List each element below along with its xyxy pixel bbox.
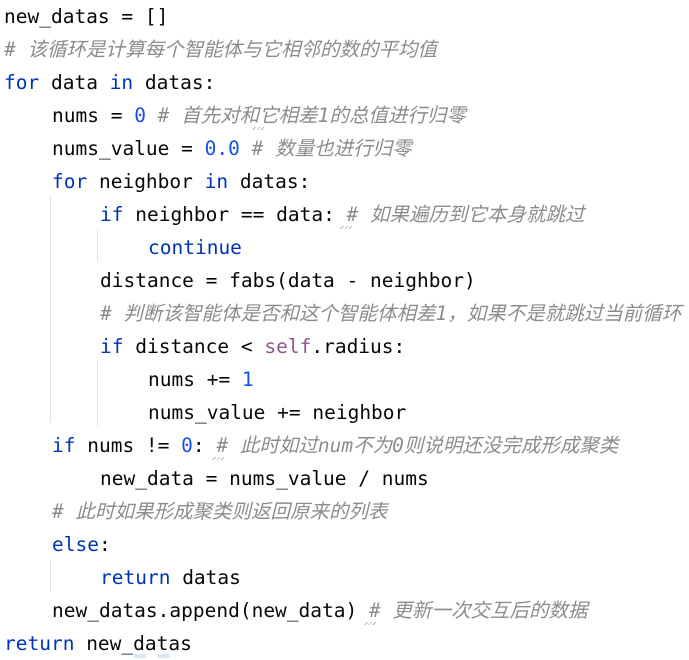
code-line-14[interactable]: if nums != 0: # 此时如过num不为0则说明还没完成形成聚类	[52, 429, 618, 462]
keyword-for: for	[52, 170, 88, 193]
warning-squiggle	[340, 226, 352, 229]
keyword-if: if	[52, 434, 76, 457]
keyword-if: if	[100, 335, 124, 358]
code-text: nums +=	[148, 368, 242, 391]
code-line-17[interactable]: else:	[52, 528, 111, 561]
keyword-return: return	[4, 632, 75, 655]
code-line-6[interactable]: for neighbor in datas:	[52, 165, 310, 198]
code-line-13[interactable]: nums_value += neighbor	[148, 396, 406, 429]
keyword-in: in	[109, 71, 134, 94]
code-editor[interactable]: new_datas = [] # 该循环是计算每个智能体与它相邻的数的平均值 f…	[0, 0, 689, 658]
code-comment: # 该循环是计算每个智能体与它相邻的数的平均值	[4, 38, 437, 61]
number-literal: 1	[241, 368, 254, 391]
code-text: nums_value =	[52, 137, 205, 160]
code-comment: # 如果遍历到它本身就跳过	[346, 203, 585, 226]
code-text: datas:	[228, 170, 311, 193]
number-literal: 0	[134, 104, 146, 127]
self-keyword: self	[264, 335, 312, 358]
code-line-19[interactable]: new_datas.append(new_data) # 更新一次交互后的数据	[52, 594, 587, 627]
code-text: :	[98, 533, 111, 556]
selection-highlight	[158, 654, 170, 658]
code-text: nums_value += neighbor	[148, 401, 407, 424]
indent-guide	[97, 229, 98, 262]
warning-squiggle	[212, 457, 224, 460]
code-text: nums !=	[75, 434, 182, 457]
code-line-10[interactable]: # 判断该智能体是否和这个智能体相差1，如果不是就跳过当前循环	[100, 297, 681, 330]
code-comment: # 更新一次交互后的数据	[368, 599, 588, 622]
keyword-return: return	[100, 566, 171, 589]
code-line-2[interactable]: # 该循环是计算每个智能体与它相邻的数的平均值	[4, 33, 437, 66]
code-comment: # 此时如果形成聚类则返回原来的列表	[52, 500, 388, 523]
code-text: :	[192, 434, 217, 457]
code-text: distance <	[123, 335, 265, 358]
code-comment: # 数量也进行归零	[239, 137, 412, 160]
code-line-16[interactable]: # 此时如果形成聚类则返回原来的列表	[52, 495, 387, 528]
code-line-15[interactable]: new_data = nums_value / nums	[100, 462, 429, 495]
code-line-18[interactable]: return datas	[100, 561, 241, 594]
code-text: .radius:	[311, 335, 406, 358]
keyword-else: else	[52, 533, 99, 556]
code-text: datas:	[133, 71, 216, 94]
keyword-if: if	[100, 203, 124, 226]
code-text: datas	[170, 566, 241, 589]
code-line-8[interactable]: continue	[148, 231, 242, 264]
number-literal: 0.0	[204, 137, 240, 160]
indent-guide	[50, 196, 51, 422]
code-line-12[interactable]: nums += 1	[148, 363, 254, 396]
code-line-9[interactable]: distance = fabs(data - neighbor)	[100, 264, 476, 297]
number-literal: 0	[181, 434, 193, 457]
warning-squiggle	[364, 622, 376, 625]
warning-squiggle	[252, 127, 264, 130]
code-line-5[interactable]: nums_value = 0.0 # 数量也进行归零	[52, 132, 412, 165]
code-text: new_data = nums_value / nums	[100, 467, 429, 490]
code-text: new_datas = []	[4, 5, 169, 28]
code-comment: # 首先对和它相差1的总值进行归零	[145, 104, 466, 127]
code-text: data	[39, 71, 110, 94]
code-text: new_datas.append(new_data)	[52, 599, 369, 622]
selection-highlight	[134, 654, 146, 658]
code-comment: # 判断该智能体是否和这个智能体相差1，如果不是就跳过当前循环	[100, 302, 682, 325]
keyword-for: for	[4, 71, 40, 94]
indent-guide	[97, 361, 98, 427]
code-text: new_datas	[74, 632, 192, 655]
code-text: neighbor == data:	[123, 203, 347, 226]
keyword-continue: continue	[148, 236, 242, 259]
keyword-in: in	[204, 170, 229, 193]
code-text: nums =	[52, 104, 135, 127]
code-text: neighbor	[87, 170, 205, 193]
indent-guide	[50, 559, 51, 592]
code-line-3[interactable]: for data in datas:	[4, 66, 215, 99]
code-line-11[interactable]: if distance < self.radius:	[100, 330, 405, 363]
code-comment: # 此时如过num不为0则说明还没完成形成聚类	[216, 434, 619, 457]
code-text: distance = fabs(data - neighbor)	[100, 269, 476, 292]
code-line-1[interactable]: new_datas = []	[4, 0, 168, 33]
